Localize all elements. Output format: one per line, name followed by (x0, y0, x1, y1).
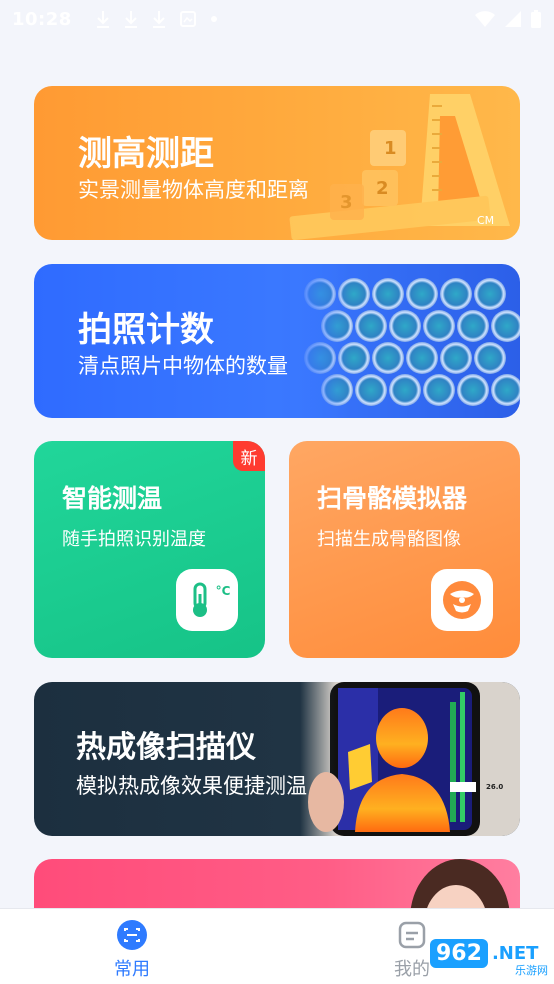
thermal-card[interactable]: 26.0 热成像扫描仪 模拟热成像效果便捷测温 (34, 682, 520, 836)
skeleton-subtitle: 扫描生成骨骼图像 (317, 529, 461, 550)
signal-icon (505, 11, 521, 27)
watermark-logo: 962 .NET 乐游网 (430, 930, 550, 977)
count-title: 拍照计数 (78, 310, 214, 350)
nav-item-common[interactable]: 常用 (114, 919, 150, 981)
pipes-illustration (290, 264, 520, 418)
skeleton-title: 扫骨骼模拟器 (317, 484, 468, 513)
thermometer-icon: °C (176, 569, 238, 631)
download-icon (96, 11, 109, 28)
count-card[interactable]: 拍照计数 清点照片中物体的数量 (34, 264, 520, 418)
temperature-title: 智能测温 (62, 484, 163, 513)
temperature-subtitle: 随手拍照识别温度 (62, 529, 206, 550)
watermark-suffix: .NET (491, 942, 539, 964)
count-subtitle: 清点照片中物体的数量 (78, 354, 288, 378)
thermal-title: 热成像扫描仪 (76, 730, 256, 765)
scan-icon (117, 920, 147, 950)
measure-title: 测高测距 (78, 134, 214, 174)
nav-label-mine: 我的 (394, 959, 430, 980)
image-icon (179, 11, 196, 27)
thermal-reading: 26.0 (486, 783, 504, 791)
watermark-text: 962 (430, 938, 488, 968)
new-badge: 新 (233, 441, 265, 471)
measure-card[interactable]: 1 2 3 CM 测高测距 实景测量物体高度和距离 (34, 86, 520, 240)
nav-label-common: 常用 (114, 959, 150, 980)
dot-icon (210, 16, 217, 22)
temperature-card[interactable]: 新 智能测温 随手拍照识别温度 °C (34, 441, 265, 658)
measure-subtitle: 实景测量物体高度和距离 (78, 178, 309, 202)
download-icon (124, 11, 137, 28)
measure-num-2: 2 (376, 178, 389, 199)
nav-item-mine[interactable]: 我的 (394, 919, 430, 981)
thermal-illustration (300, 682, 520, 836)
watermark-sub: 乐游网 (515, 964, 548, 977)
wifi-icon (475, 11, 495, 27)
celsius-label: °C (215, 584, 231, 598)
skeleton-icon (431, 569, 493, 631)
status-bar: 10:28 (0, 0, 554, 38)
thermal-subtitle: 模拟热成像效果便捷测温 (76, 774, 307, 798)
measure-num-3: 3 (340, 192, 353, 213)
profile-icon (398, 921, 426, 949)
status-time: 10:28 (12, 8, 72, 30)
notification-icons (96, 10, 218, 28)
status-right (474, 9, 542, 29)
battery-icon (531, 10, 541, 28)
download-icon (152, 11, 165, 28)
measure-unit: CM (477, 214, 495, 227)
skeleton-card[interactable]: 扫骨骼模拟器 扫描生成骨骼图像 (289, 441, 520, 658)
measure-num-1: 1 (384, 138, 397, 159)
